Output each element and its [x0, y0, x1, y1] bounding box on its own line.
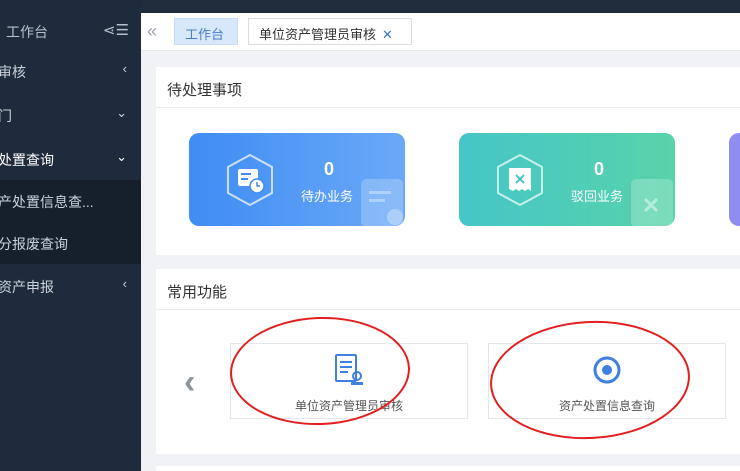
pending-panel: 待处理事项 0 待办业务 0 驳回业务: [156, 67, 740, 255]
tab-bar: « 工作台 单位资产管理员审核 ✕: [141, 13, 740, 51]
tab-label: 工作台: [185, 27, 225, 42]
tab-label: 单位资产管理员审核: [259, 27, 377, 42]
sidebar-item-label: 审核: [0, 64, 26, 80]
todo-card[interactable]: 0 待办业务: [189, 133, 405, 226]
panel-title: 常用功能: [167, 284, 228, 301]
sidebar-item-label: 门: [0, 108, 12, 124]
function-label: 资产处置信息查询: [558, 399, 655, 413]
receipt-reject-icon: [497, 153, 543, 207]
panel-title: 待处理事项: [167, 82, 243, 99]
double-chevron-left-icon[interactable]: «: [147, 21, 157, 42]
chevron-left-icon: ‹: [122, 61, 127, 76]
sidebar-item-department[interactable]: 门 ⌄: [0, 94, 141, 136]
sidebar-item-label: 产处置信息查...: [0, 194, 94, 210]
sidebar-item-label: 处置查询: [0, 152, 54, 168]
document-icon: [361, 179, 403, 226]
rejected-label: 驳回业务: [571, 189, 624, 204]
function-asset-disposal-info-query[interactable]: 资产处置信息查询: [488, 343, 726, 419]
sidebar-title: 工作台: [6, 24, 48, 40]
function-label: 单位资产管理员审核: [294, 399, 403, 413]
tab-unit-asset-admin-review[interactable]: 单位资产管理员审核 ✕: [248, 18, 412, 45]
sidebar-item-review[interactable]: 审核 ‹: [0, 50, 141, 92]
close-icon[interactable]: ✕: [382, 27, 393, 42]
sidebar-header: 工作台 ⋖☰: [0, 13, 141, 49]
common-functions-panel: 常用功能 ‹ 单位资产管理员审核 资产处置信息查询: [156, 269, 740, 454]
divider: [156, 309, 740, 310]
sidebar-item-label: 资产申报: [0, 279, 54, 295]
chevron-left-icon: ‹: [122, 276, 127, 291]
chevron-down-icon: ⌄: [116, 105, 127, 120]
review-document-icon: [335, 354, 363, 385]
sidebar: 工作台 ⋖☰ 审核 ‹ 门 ⌄ 处置查询 ⌄ 产处置信息查... 分报废查询 资…: [0, 0, 141, 471]
target-icon: [593, 356, 621, 384]
sidebar-item-asset-declaration[interactable]: 资产申报 ‹: [0, 265, 141, 307]
tab-workbench[interactable]: 工作台: [174, 18, 238, 45]
sidebar-item-scrap-query[interactable]: 分报废查询: [0, 222, 141, 264]
divider: [156, 107, 740, 108]
todo-label: 待办业务: [301, 189, 354, 204]
sidebar-item-label: 分报废查询: [0, 236, 68, 252]
third-card[interactable]: [729, 133, 740, 226]
chevron-left-icon[interactable]: ‹: [184, 363, 195, 402]
bottom-panel: [156, 466, 740, 471]
receipt-icon: [631, 179, 673, 226]
rejected-card[interactable]: 0 驳回业务: [459, 133, 675, 226]
todo-count: 0: [323, 159, 334, 179]
menu-collapse-icon[interactable]: ⋖☰: [103, 21, 129, 39]
function-unit-asset-admin-review[interactable]: 单位资产管理员审核: [230, 343, 468, 419]
chevron-down-icon: ⌄: [116, 149, 127, 164]
todo-icon: [227, 153, 273, 207]
sidebar-item-disposal-info-query[interactable]: 产处置信息查...: [0, 180, 141, 222]
sidebar-item-disposal-query[interactable]: 处置查询 ⌄: [0, 138, 141, 180]
rejected-count: 0: [593, 159, 604, 179]
